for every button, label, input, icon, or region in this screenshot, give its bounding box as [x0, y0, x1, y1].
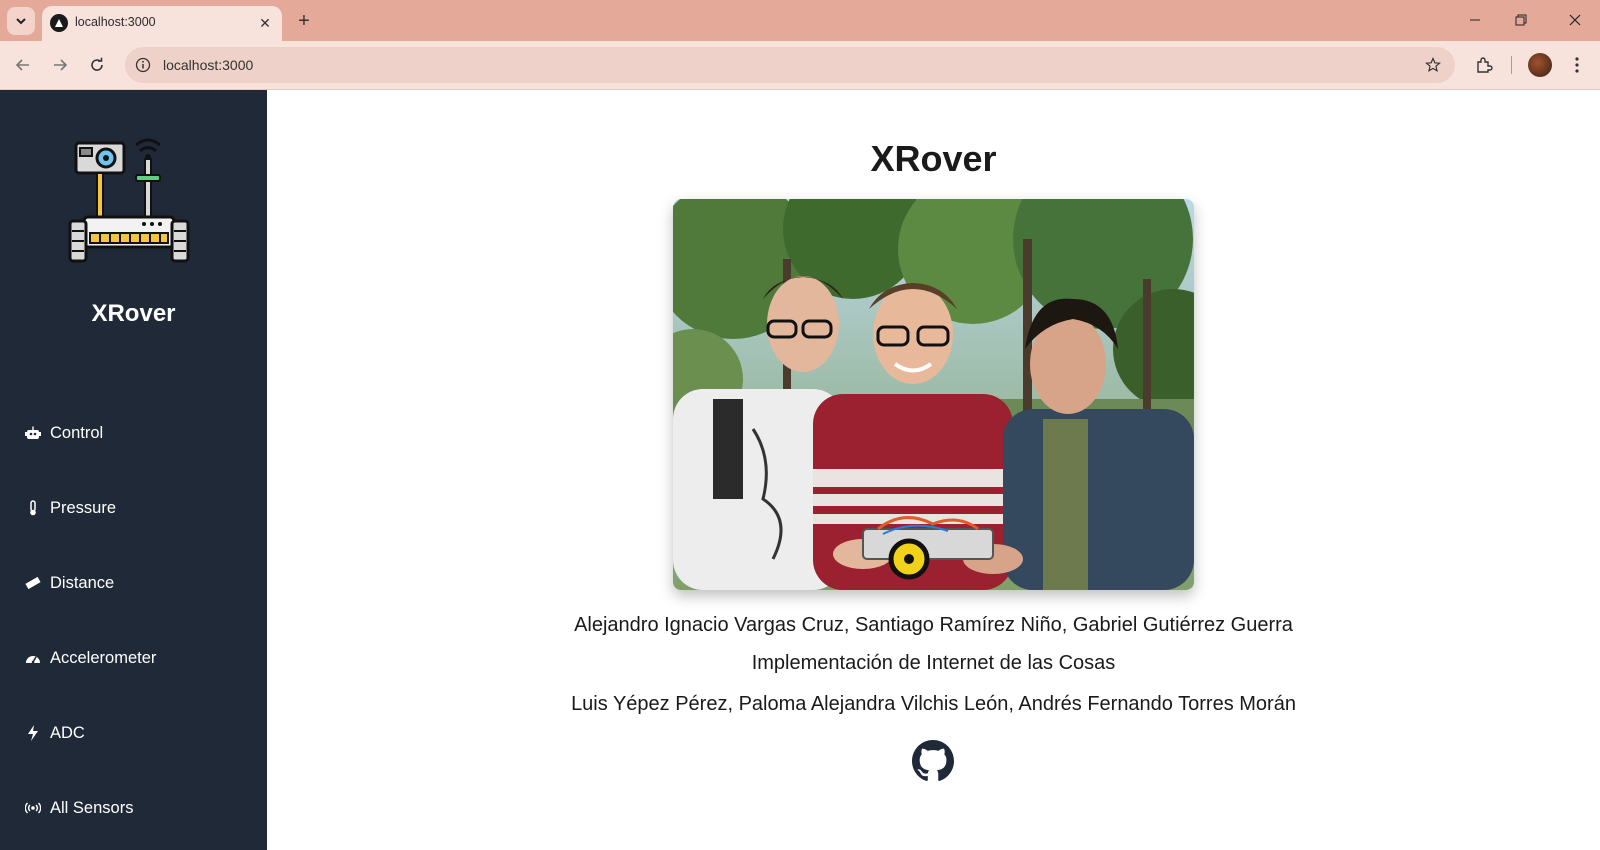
- page-title: XRover: [870, 138, 997, 179]
- sidebar-item-adc[interactable]: ADC: [0, 713, 267, 753]
- sidebar-item-label: Distance: [50, 573, 115, 592]
- chevron-down-icon: [16, 18, 26, 25]
- team-photo: [673, 199, 1194, 590]
- toolbar-separator: [1511, 56, 1512, 74]
- sidebar-item-label: Accelerometer: [50, 648, 157, 667]
- browser-toolbar: localhost:3000: [0, 41, 1600, 90]
- bookmark-star-icon[interactable]: [1423, 55, 1443, 75]
- broadcast-icon: [25, 800, 41, 816]
- sidebar-item-label: ADC: [50, 723, 85, 742]
- sidebar: XRover Control Pressure Distance Acceler…: [0, 90, 267, 850]
- authors-text: Alejandro Ignacio Vargas Cruz, Santiago …: [574, 614, 1293, 636]
- close-tab-icon[interactable]: ✕: [256, 14, 274, 32]
- browser-tabstrip: localhost:3000 ✕ +: [0, 0, 1600, 41]
- url-text: localhost:3000: [163, 57, 254, 73]
- thermometer-icon: [25, 500, 41, 516]
- restore-icon[interactable]: [1498, 0, 1544, 40]
- sidebar-item-all-sensors[interactable]: All Sensors: [0, 788, 267, 828]
- close-window-icon[interactable]: [1552, 0, 1598, 40]
- sidebar-item-pressure[interactable]: Pressure: [0, 488, 267, 528]
- sidebar-item-accelerometer[interactable]: Accelerometer: [0, 638, 267, 678]
- ruler-icon: [25, 575, 41, 591]
- sidebar-item-label: Control: [50, 423, 104, 442]
- course-text: Implementación de Internet de las Cosas: [751, 652, 1116, 674]
- profile-avatar[interactable]: [1528, 53, 1552, 77]
- nextjs-favicon-icon: [50, 14, 68, 32]
- tab-title: localhost:3000: [75, 15, 156, 29]
- address-bar[interactable]: localhost:3000: [125, 47, 1455, 83]
- main-content: XRover Alejandro Ignacio Vargas Cruz, Sa…: [267, 90, 1600, 850]
- minimize-icon[interactable]: [1452, 0, 1498, 40]
- tab-search-button[interactable]: [7, 7, 35, 35]
- site-info-icon[interactable]: [132, 54, 154, 76]
- sidebar-title: XRover: [91, 300, 176, 327]
- bolt-icon: [25, 725, 41, 741]
- forward-icon[interactable]: [45, 50, 75, 80]
- sidebar-item-label: Pressure: [50, 498, 117, 517]
- robot-icon: [25, 425, 41, 441]
- menu-kebab-icon[interactable]: [1562, 50, 1592, 80]
- sidebar-item-distance[interactable]: Distance: [0, 563, 267, 603]
- new-tab-icon[interactable]: +: [290, 7, 318, 35]
- sidebar-item-label: All Sensors: [50, 798, 134, 817]
- back-icon[interactable]: [8, 50, 38, 80]
- github-icon[interactable]: [912, 740, 954, 782]
- sidebar-item-control[interactable]: Control: [0, 413, 267, 453]
- rover-logo-icon: [68, 138, 190, 263]
- browser-tab[interactable]: localhost:3000 ✕: [42, 6, 282, 41]
- extensions-icon[interactable]: [1469, 50, 1499, 80]
- gauge-icon: [25, 650, 41, 666]
- reload-icon[interactable]: [82, 50, 112, 80]
- professors-text: Luis Yépez Pérez, Paloma Alejandra Vilch…: [571, 693, 1296, 715]
